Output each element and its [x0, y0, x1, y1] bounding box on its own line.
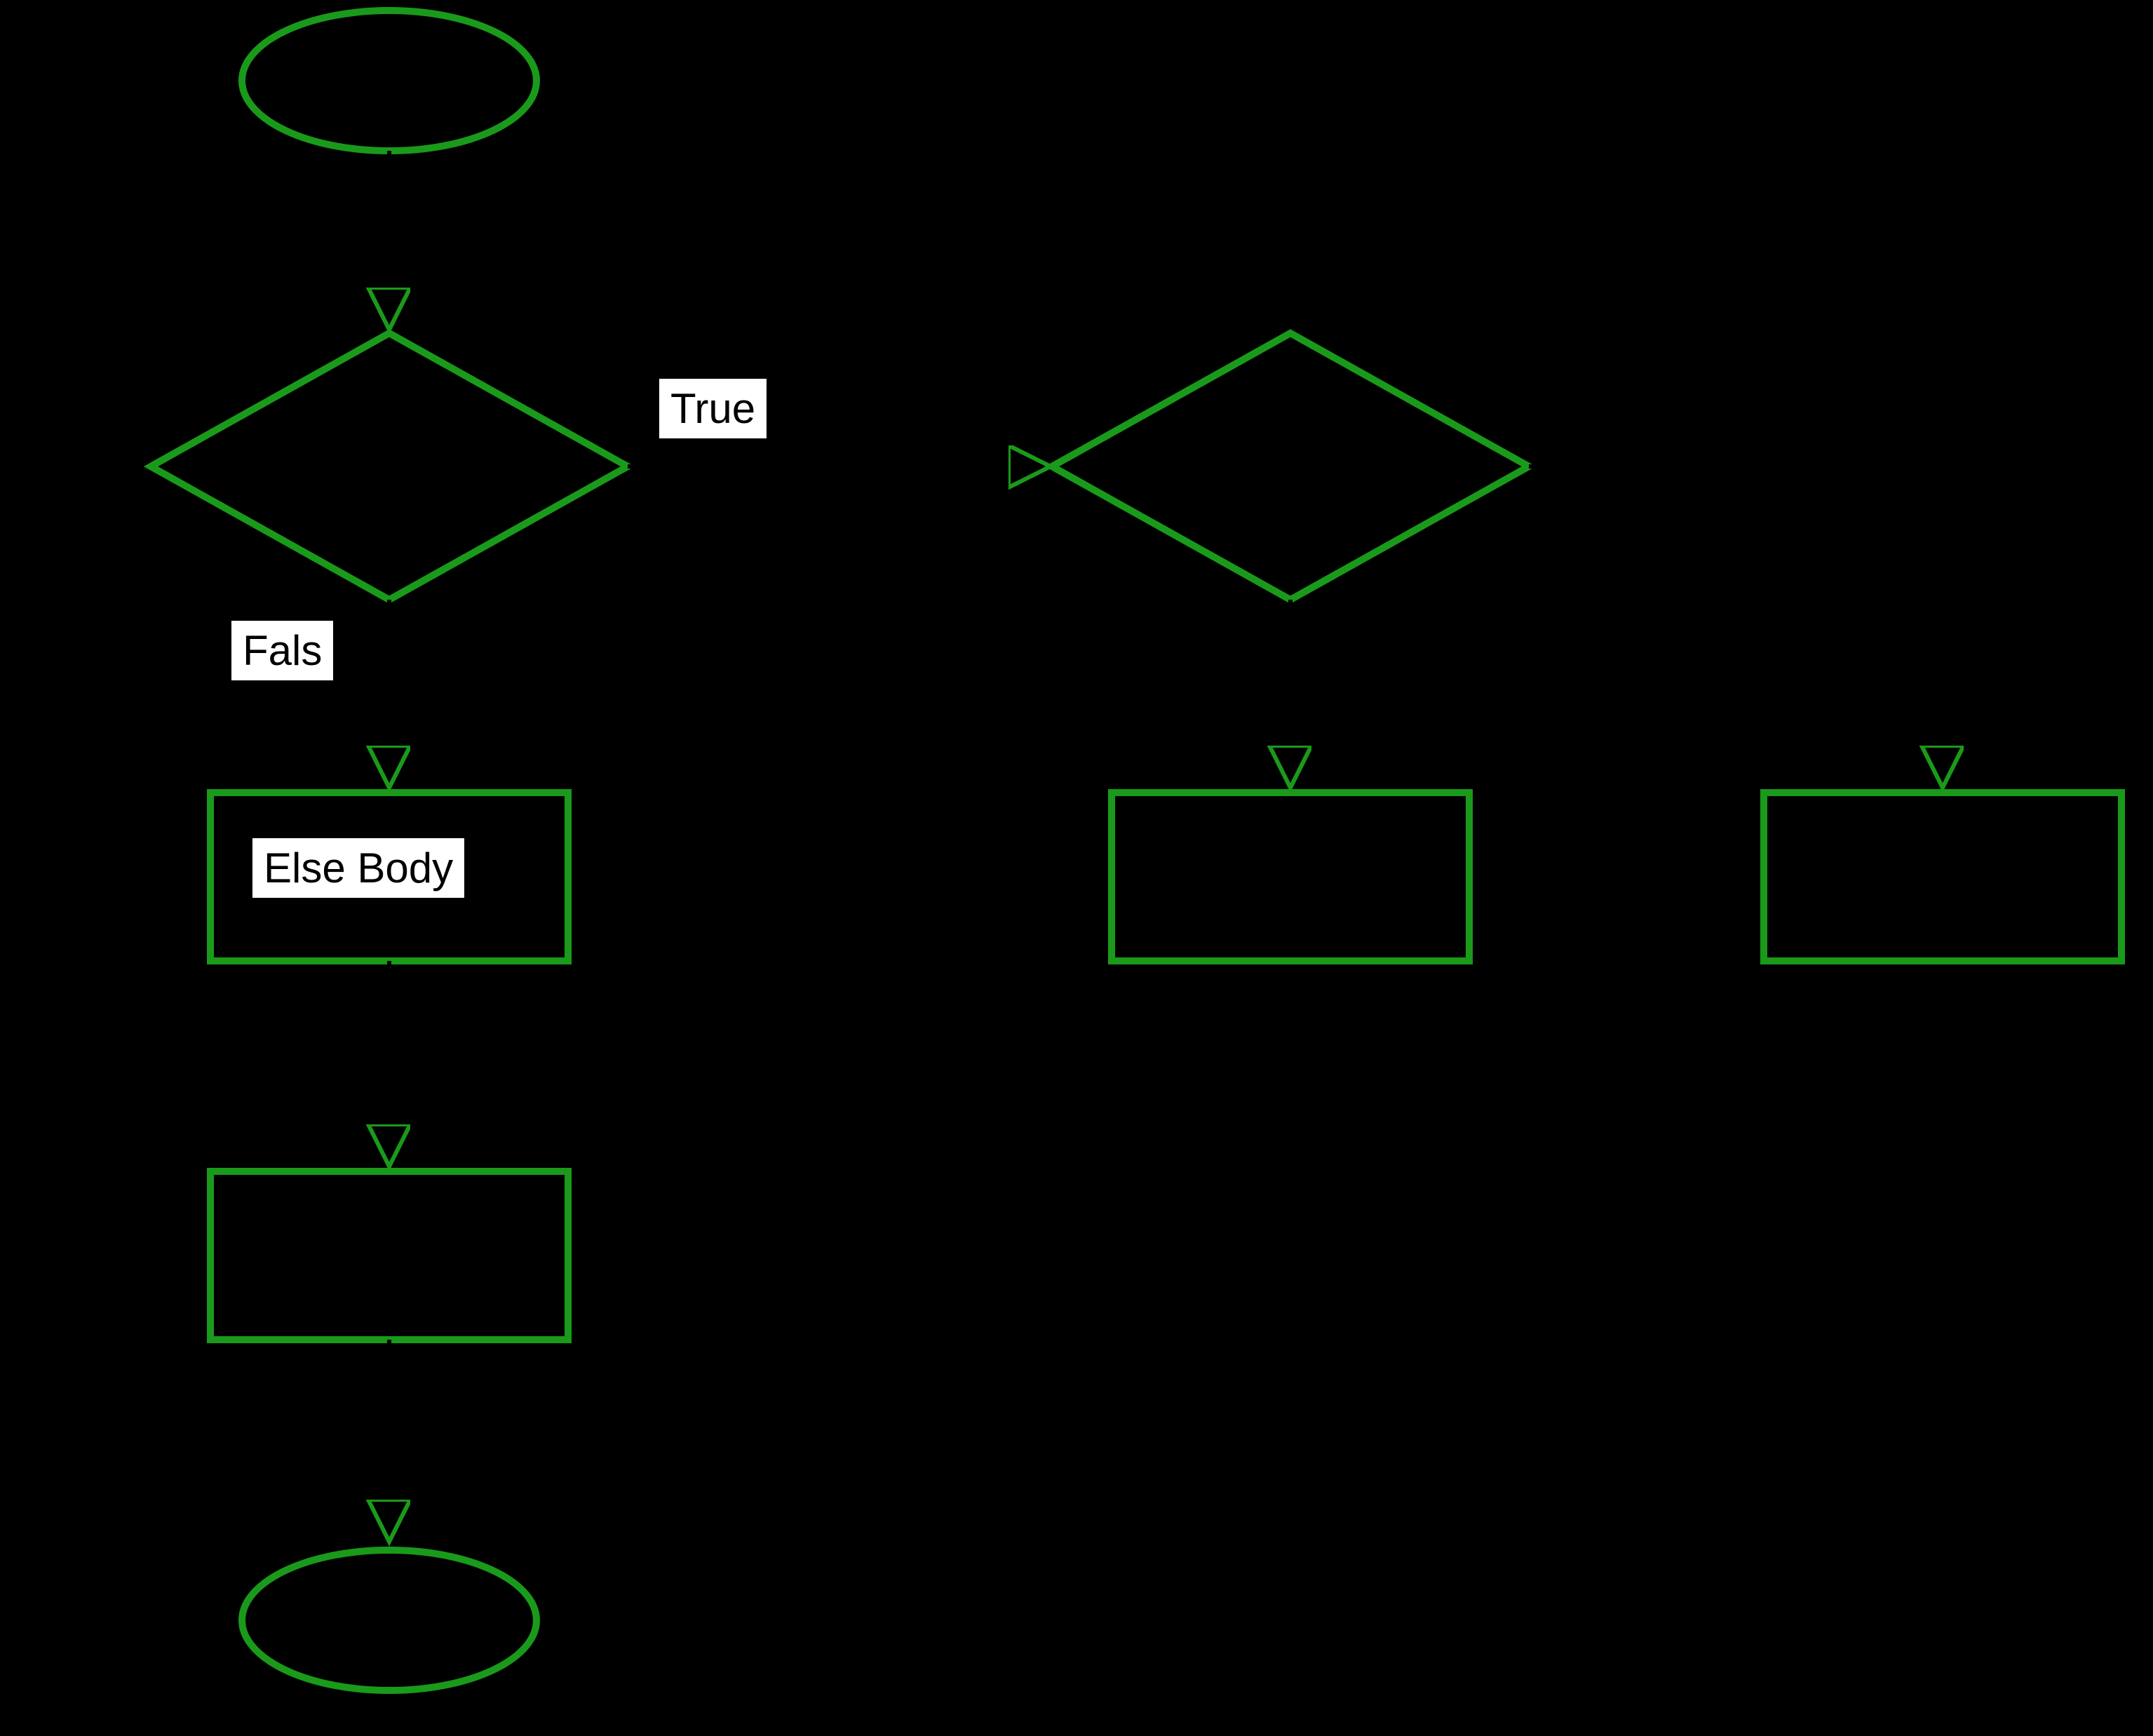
start-node: [242, 11, 536, 151]
else-body-label: Else Body: [252, 838, 464, 898]
false-label: Fals: [231, 621, 333, 680]
end-node: [242, 1550, 536, 1690]
process3-node: [1764, 793, 2121, 961]
decision1-node: [151, 333, 628, 600]
process2-node: [1112, 793, 1469, 961]
true-label: True: [659, 379, 767, 438]
decision2-node: [1052, 333, 1529, 600]
process4-node: [210, 1171, 568, 1340]
